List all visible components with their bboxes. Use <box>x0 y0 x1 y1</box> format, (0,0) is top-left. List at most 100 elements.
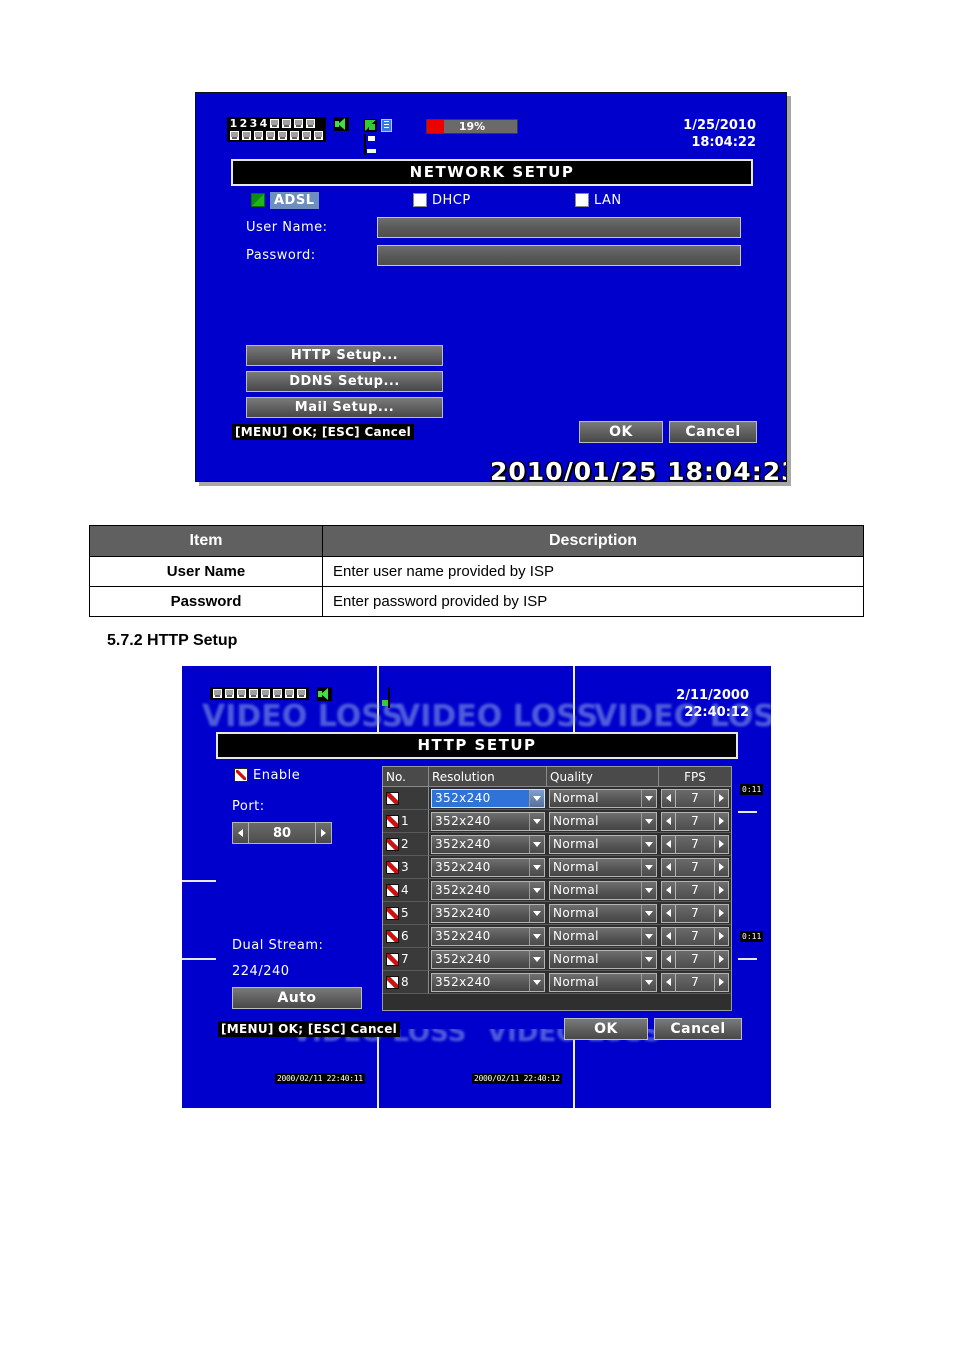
table-row[interactable]: 7 352x240 Normal 7 <box>383 948 731 971</box>
row-quality-cell[interactable]: Normal <box>547 879 659 902</box>
fps-increment-button[interactable] <box>714 949 729 969</box>
fps-value[interactable]: 7 <box>676 880 714 900</box>
fps-stepper[interactable]: 7 <box>661 857 729 877</box>
fps-decrement-button[interactable] <box>661 949 676 969</box>
chevron-down-icon[interactable] <box>641 973 656 991</box>
row-quality-cell[interactable]: Normal <box>547 902 659 925</box>
http-setup-button[interactable]: HTTP Setup... <box>246 345 443 366</box>
row-fps-cell[interactable]: 7 <box>659 856 731 879</box>
chevron-down-icon[interactable] <box>529 835 544 853</box>
fps-value[interactable]: 7 <box>676 857 714 877</box>
row-enable-checkbox[interactable] <box>386 975 399 989</box>
chevron-down-icon[interactable] <box>529 904 544 922</box>
http-cancel-button[interactable]: Cancel <box>654 1018 742 1040</box>
quality-dropdown[interactable]: Normal <box>549 788 657 808</box>
row-quality-cell[interactable]: Normal <box>547 787 659 810</box>
fps-increment-button[interactable] <box>714 857 729 877</box>
table-row[interactable]: 5 352x240 Normal 7 <box>383 902 731 925</box>
chevron-down-icon[interactable] <box>641 904 656 922</box>
enable-checkbox[interactable] <box>234 768 248 782</box>
resolution-dropdown[interactable]: 352x240 <box>431 880 545 900</box>
fps-value[interactable]: 7 <box>676 949 714 969</box>
chevron-down-icon[interactable] <box>529 812 544 830</box>
fps-stepper[interactable]: 7 <box>661 949 729 969</box>
row-enable-checkbox[interactable] <box>386 906 399 920</box>
row-resolution-cell[interactable]: 352x240 <box>429 879 547 902</box>
quality-dropdown[interactable]: Normal <box>549 972 657 992</box>
http-ok-button[interactable]: OK <box>564 1018 648 1040</box>
resolution-dropdown[interactable]: 352x240 <box>431 903 545 923</box>
table-row[interactable]: 2 352x240 Normal 7 <box>383 833 731 856</box>
chevron-down-icon[interactable] <box>529 973 544 991</box>
chevron-down-icon[interactable] <box>529 927 544 945</box>
resolution-dropdown[interactable]: 352x240 <box>431 857 545 877</box>
fps-decrement-button[interactable] <box>661 926 676 946</box>
table-row[interactable]: 3 352x240 Normal 7 <box>383 856 731 879</box>
fps-increment-button[interactable] <box>714 903 729 923</box>
row-fps-cell[interactable]: 7 <box>659 833 731 856</box>
row-resolution-cell[interactable]: 352x240 <box>429 787 547 810</box>
row-quality-cell[interactable]: Normal <box>547 925 659 948</box>
chevron-down-icon[interactable] <box>529 858 544 876</box>
row-no-cell[interactable]: 3 <box>383 856 429 879</box>
row-no-cell[interactable]: 6 <box>383 925 429 948</box>
lan-checkbox[interactable] <box>575 193 589 207</box>
row-enable-checkbox[interactable] <box>386 883 399 897</box>
table-row[interactable]: 1 352x240 Normal 7 <box>383 810 731 833</box>
fps-increment-button[interactable] <box>714 811 729 831</box>
row-enable-checkbox[interactable] <box>386 837 399 851</box>
row-no-cell[interactable]: 5 <box>383 902 429 925</box>
fps-value[interactable]: 7 <box>676 811 714 831</box>
row-no-cell[interactable]: 7 <box>383 948 429 971</box>
row-fps-cell[interactable]: 7 <box>659 902 731 925</box>
fps-stepper[interactable]: 7 <box>661 880 729 900</box>
quality-dropdown[interactable]: Normal <box>549 949 657 969</box>
resolution-dropdown[interactable]: 352x240 <box>431 926 545 946</box>
quality-dropdown[interactable]: Normal <box>549 903 657 923</box>
chevron-down-icon[interactable] <box>641 812 656 830</box>
fps-stepper[interactable]: 7 <box>661 972 729 992</box>
fps-stepper[interactable]: 7 <box>661 903 729 923</box>
fps-decrement-button[interactable] <box>661 788 676 808</box>
row-resolution-cell[interactable]: 352x240 <box>429 948 547 971</box>
password-input[interactable] <box>377 245 741 266</box>
quality-dropdown[interactable]: Normal <box>549 811 657 831</box>
resolution-dropdown[interactable]: 352x240 <box>431 811 545 831</box>
row-quality-cell[interactable]: Normal <box>547 948 659 971</box>
fps-value[interactable]: 7 <box>676 926 714 946</box>
quality-dropdown[interactable]: Normal <box>549 926 657 946</box>
row-fps-cell[interactable]: 7 <box>659 787 731 810</box>
table-row[interactable]: 8 352x240 Normal 7 <box>383 971 731 994</box>
fps-decrement-button[interactable] <box>661 972 676 992</box>
fps-stepper[interactable]: 7 <box>661 834 729 854</box>
row-fps-cell[interactable]: 7 <box>659 948 731 971</box>
row-fps-cell[interactable]: 7 <box>659 879 731 902</box>
ddns-setup-button[interactable]: DDNS Setup... <box>246 371 443 392</box>
port-value[interactable]: 80 <box>249 822 315 844</box>
row-quality-cell[interactable]: Normal <box>547 971 659 994</box>
fps-stepper[interactable]: 7 <box>661 926 729 946</box>
row-enable-checkbox[interactable] <box>386 952 399 966</box>
fps-increment-button[interactable] <box>714 788 729 808</box>
chevron-down-icon[interactable] <box>529 789 544 807</box>
row-no-cell[interactable]: 4 <box>383 879 429 902</box>
fps-stepper[interactable]: 7 <box>661 788 729 808</box>
mail-setup-button[interactable]: Mail Setup... <box>246 397 443 418</box>
table-row[interactable]: 6 352x240 Normal 7 <box>383 925 731 948</box>
adsl-checkbox[interactable] <box>251 193 265 207</box>
fps-increment-button[interactable] <box>714 972 729 992</box>
fps-value[interactable]: 7 <box>676 903 714 923</box>
fps-stepper[interactable]: 7 <box>661 811 729 831</box>
table-row[interactable]: 352x240 Normal 7 <box>383 787 731 810</box>
row-quality-cell[interactable]: Normal <box>547 856 659 879</box>
row-no-cell[interactable] <box>383 787 429 810</box>
fps-decrement-button[interactable] <box>661 903 676 923</box>
port-decrement-button[interactable] <box>232 822 249 844</box>
fps-value[interactable]: 7 <box>676 788 714 808</box>
fps-value[interactable]: 7 <box>676 972 714 992</box>
adsl-label[interactable]: ADSL <box>270 192 319 209</box>
fps-value[interactable]: 7 <box>676 834 714 854</box>
row-fps-cell[interactable]: 7 <box>659 810 731 833</box>
lan-label[interactable]: LAN <box>594 193 622 208</box>
row-enable-checkbox[interactable] <box>386 814 399 828</box>
